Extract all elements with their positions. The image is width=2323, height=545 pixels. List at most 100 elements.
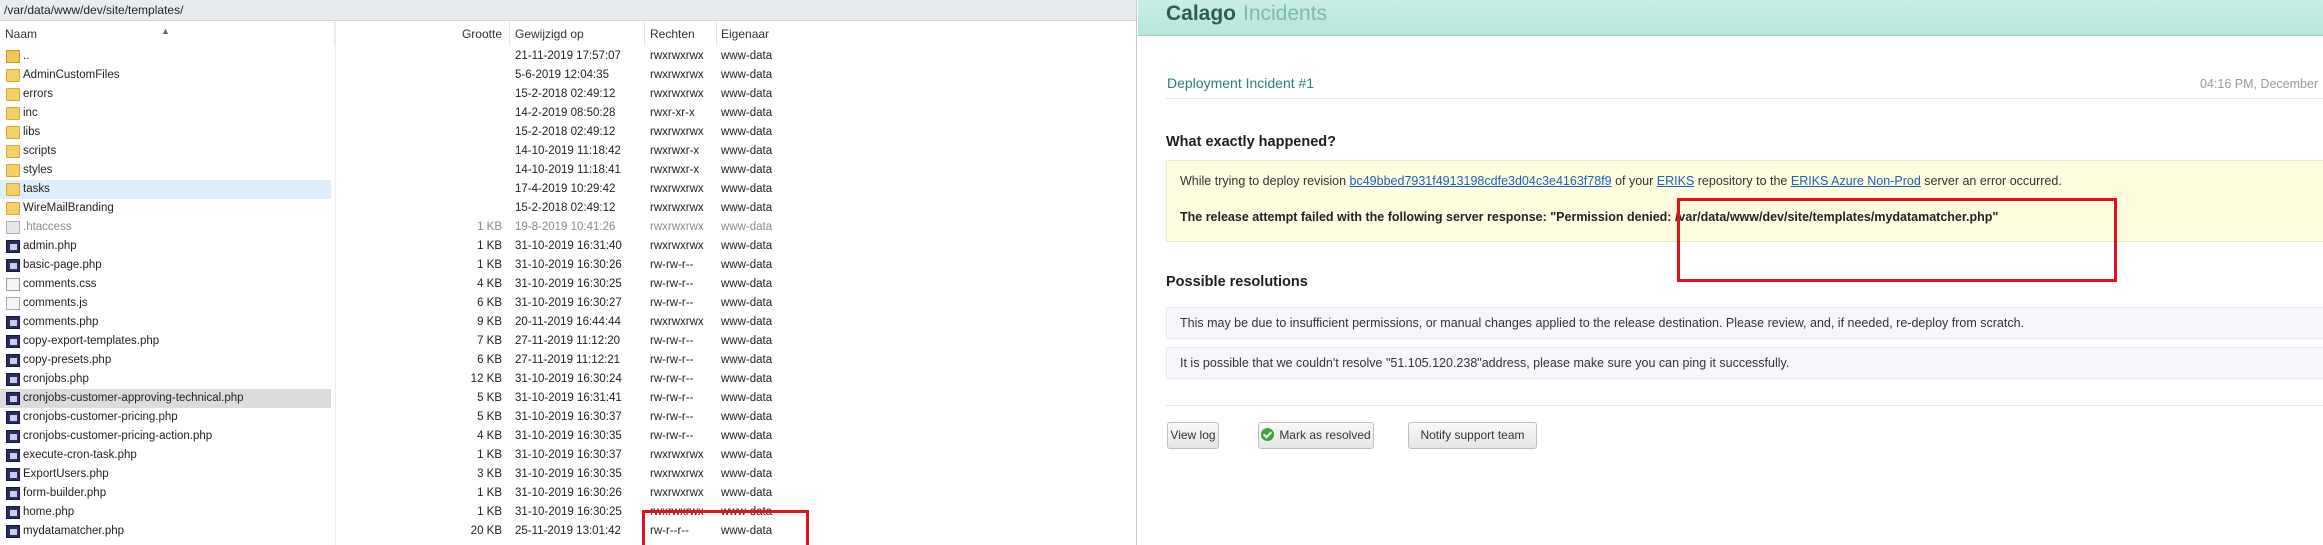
file-row[interactable]: execute-cron-task.php 1 KB 31-10-2019 16:3… <box>0 446 1136 465</box>
row-highlight <box>0 47 331 66</box>
what-happened-heading: What exactly happened? <box>1166 134 1337 150</box>
mark-resolved-label: Mark as resolved <box>1279 428 1371 442</box>
view-log-button[interactable]: View log <box>1167 422 1219 449</box>
file-size: 1 KB <box>477 487 502 499</box>
file-row[interactable]: ExportUsers.php 3 KB 31-10-2019 16:30:35 rw… <box>0 465 1136 484</box>
file-size: 4 KB <box>477 278 502 290</box>
folder-row[interactable]: styles 14-10-2019 11:18:41 rwxrwxr-x www-da… <box>0 161 1136 180</box>
php-file-icon <box>6 392 20 405</box>
check-icon <box>1261 428 1275 441</box>
column-header-size[interactable]: Grootte <box>335 22 510 46</box>
file-size: 12 KB <box>470 373 502 385</box>
path-bar[interactable]: /var/data/www/dev/site/templates/ <box>0 0 1136 21</box>
mark-resolved-button[interactable]: Mark as resolved <box>1258 422 1374 449</box>
file-owner: www-data <box>721 392 773 404</box>
file-rights: rwxrwxrwx <box>650 487 704 499</box>
column-header-name[interactable]: Naam ▲ <box>0 22 335 46</box>
column-header-owner[interactable]: Eigenaar <box>717 22 1017 46</box>
file-name: home.php <box>23 506 75 518</box>
file-row[interactable]: cronjobs-customer-pricing-action.php 4 KB… <box>0 427 1136 446</box>
folder-icon <box>6 202 20 215</box>
file-modified: 19-8-2019 10:41:26 <box>515 221 616 233</box>
file-size: 1 KB <box>477 240 502 252</box>
brand-logo[interactable]: Calago <box>1166 2 1236 26</box>
file-size: 6 KB <box>477 354 502 366</box>
file-row[interactable]: admin.php 1 KB 31-10-2019 16:31:40 rwxrwxrw… <box>0 237 1136 256</box>
text-fragment: of your <box>1611 174 1657 188</box>
folder-icon <box>6 69 20 82</box>
file-modified: 31-10-2019 16:30:37 <box>515 449 622 461</box>
repository-link[interactable]: ERIKS <box>1657 174 1695 188</box>
file-row[interactable]: comments.php 9 KB 20-11-2019 16:44:44 rwxrw… <box>0 313 1136 332</box>
file-row[interactable]: home.php 1 KB 31-10-2019 16:30:25 rwxrwxrwx… <box>0 503 1136 522</box>
file-owner: www-data <box>721 411 773 423</box>
file-owner: www-data <box>721 50 773 62</box>
file-rights: rw-rw-r-- <box>650 354 694 366</box>
folder-row[interactable]: WireMailBranding 15-2-2018 02:49:12 rwxrwx… <box>0 199 1136 218</box>
file-row[interactable]: cronjobs-customer-pricing.php 5 KB 31-10-2… <box>0 408 1136 427</box>
file-row[interactable]: mydatamatcher.php 20 KB 25-11-2019 13:01:4… <box>0 522 1136 541</box>
file-size: 7 KB <box>477 335 502 347</box>
file-size: 5 KB <box>477 411 502 423</box>
file-owner: www-data <box>721 316 773 328</box>
column-header-rights[interactable]: Rechten <box>645 22 717 46</box>
php-file-icon <box>6 221 20 234</box>
folder-row[interactable]: AdminCustomFiles 5-6-2019 12:04:35 rwxrwxr… <box>0 66 1136 85</box>
revision-link[interactable]: bc49bbed7931f4913198cdfe3d04c3e4163f78f9 <box>1350 174 1612 188</box>
file-name: cronjobs-customer-pricing.php <box>23 411 178 423</box>
file-name: inc <box>23 107 38 119</box>
folder-row[interactable]: libs 15-2-2018 02:49:12 rwxrwxrwx www-data <box>0 123 1136 142</box>
highlight-box-server-response <box>1677 198 2117 282</box>
file-modified: 15-2-2018 02:49:12 <box>515 202 616 214</box>
file-name: comments.php <box>23 316 99 328</box>
folder-row[interactable]: .. 21-11-2019 17:57:07 rwxrwxrwx www-data <box>0 47 1136 66</box>
folder-row[interactable]: inc 14-2-2019 08:50:28 rwxr-xr-x www-data <box>0 104 1136 123</box>
column-header-modified[interactable]: Gewijzigd op <box>510 22 645 46</box>
file-row[interactable]: form-builder.php 1 KB 31-10-2019 16:30:26 r… <box>0 484 1136 503</box>
php-file-icon <box>6 430 20 443</box>
section-title[interactable]: Incidents <box>1243 2 1327 26</box>
file-row[interactable]: comments.css 4 KB 31-10-2019 16:30:25 rw-rw… <box>0 275 1136 294</box>
file-rights: rw-rw-r-- <box>650 430 694 442</box>
file-row[interactable]: copy-export-templates.php 7 KB 27-11-2019 … <box>0 332 1136 351</box>
file-rights: rwxrwxrwx <box>650 316 704 328</box>
row-highlight <box>0 123 331 142</box>
file-owner: www-data <box>721 335 773 347</box>
file-name: styles <box>23 164 53 176</box>
file-rights: rwxrwxrwx <box>650 126 704 138</box>
folder-row[interactable]: tasks 17-4-2019 10:29:42 rwxrwxrwx www-data <box>0 180 1136 199</box>
file-size: 1 KB <box>477 449 502 461</box>
file-rights: rwxrwxrwx <box>650 183 704 195</box>
file-name: execute-cron-task.php <box>23 449 137 461</box>
file-owner: www-data <box>721 259 773 271</box>
file-modified: 31-10-2019 16:30:35 <box>515 468 622 480</box>
file-modified: 15-2-2018 02:49:12 <box>515 88 616 100</box>
folder-row[interactable]: errors 15-2-2018 02:49:12 rwxrwxrwx www-dat… <box>0 85 1136 104</box>
file-row[interactable]: .htaccess 1 KB 19-8-2019 10:41:26 rwxrwxrwx… <box>0 218 1136 237</box>
file-modified: 14-2-2019 08:50:28 <box>515 107 616 119</box>
file-row[interactable]: cronjobs.php 12 KB 31-10-2019 16:30:24 rw-r… <box>0 370 1136 389</box>
notify-support-button[interactable]: Notify support team <box>1408 422 1537 449</box>
file-owner: www-data <box>721 221 773 233</box>
resolution-ping: It is possible that we couldn't resolve … <box>1166 347 2323 379</box>
file-row[interactable]: cronjobs-customer-approving-technical.ph… <box>0 389 1136 408</box>
file-modified: 31-10-2019 16:30:26 <box>515 487 622 499</box>
file-owner: www-data <box>721 145 773 157</box>
folder-icon <box>6 164 20 177</box>
file-row[interactable]: copy-presets.php 6 KB 27-11-2019 11:12:21 r… <box>0 351 1136 370</box>
file-size: 1 KB <box>477 221 502 233</box>
file-modified: 31-10-2019 16:31:40 <box>515 240 622 252</box>
file-row[interactable]: comments.js 6 KB 31-10-2019 16:30:27 rw-rw-… <box>0 294 1136 313</box>
file-owner: www-data <box>721 202 773 214</box>
file-modified: 25-11-2019 13:01:42 <box>515 525 621 537</box>
possible-resolutions-heading: Possible resolutions <box>1166 274 1308 290</box>
file-rights: rwxrwxrwx <box>650 449 704 461</box>
file-modified: 31-10-2019 16:30:37 <box>515 411 622 423</box>
file-modified: 31-10-2019 16:30:25 <box>515 506 622 518</box>
divider <box>1166 405 2323 406</box>
file-row[interactable]: basic-page.php 1 KB 31-10-2019 16:30:26 rw-… <box>0 256 1136 275</box>
php-file-icon <box>6 525 20 538</box>
server-link[interactable]: ERIKS Azure Non-Prod <box>1791 174 1921 188</box>
folder-row[interactable]: scripts 14-10-2019 11:18:42 rwxrwxr-x www-d… <box>0 142 1136 161</box>
incident-title: Deployment Incident #1 <box>1167 75 1315 91</box>
